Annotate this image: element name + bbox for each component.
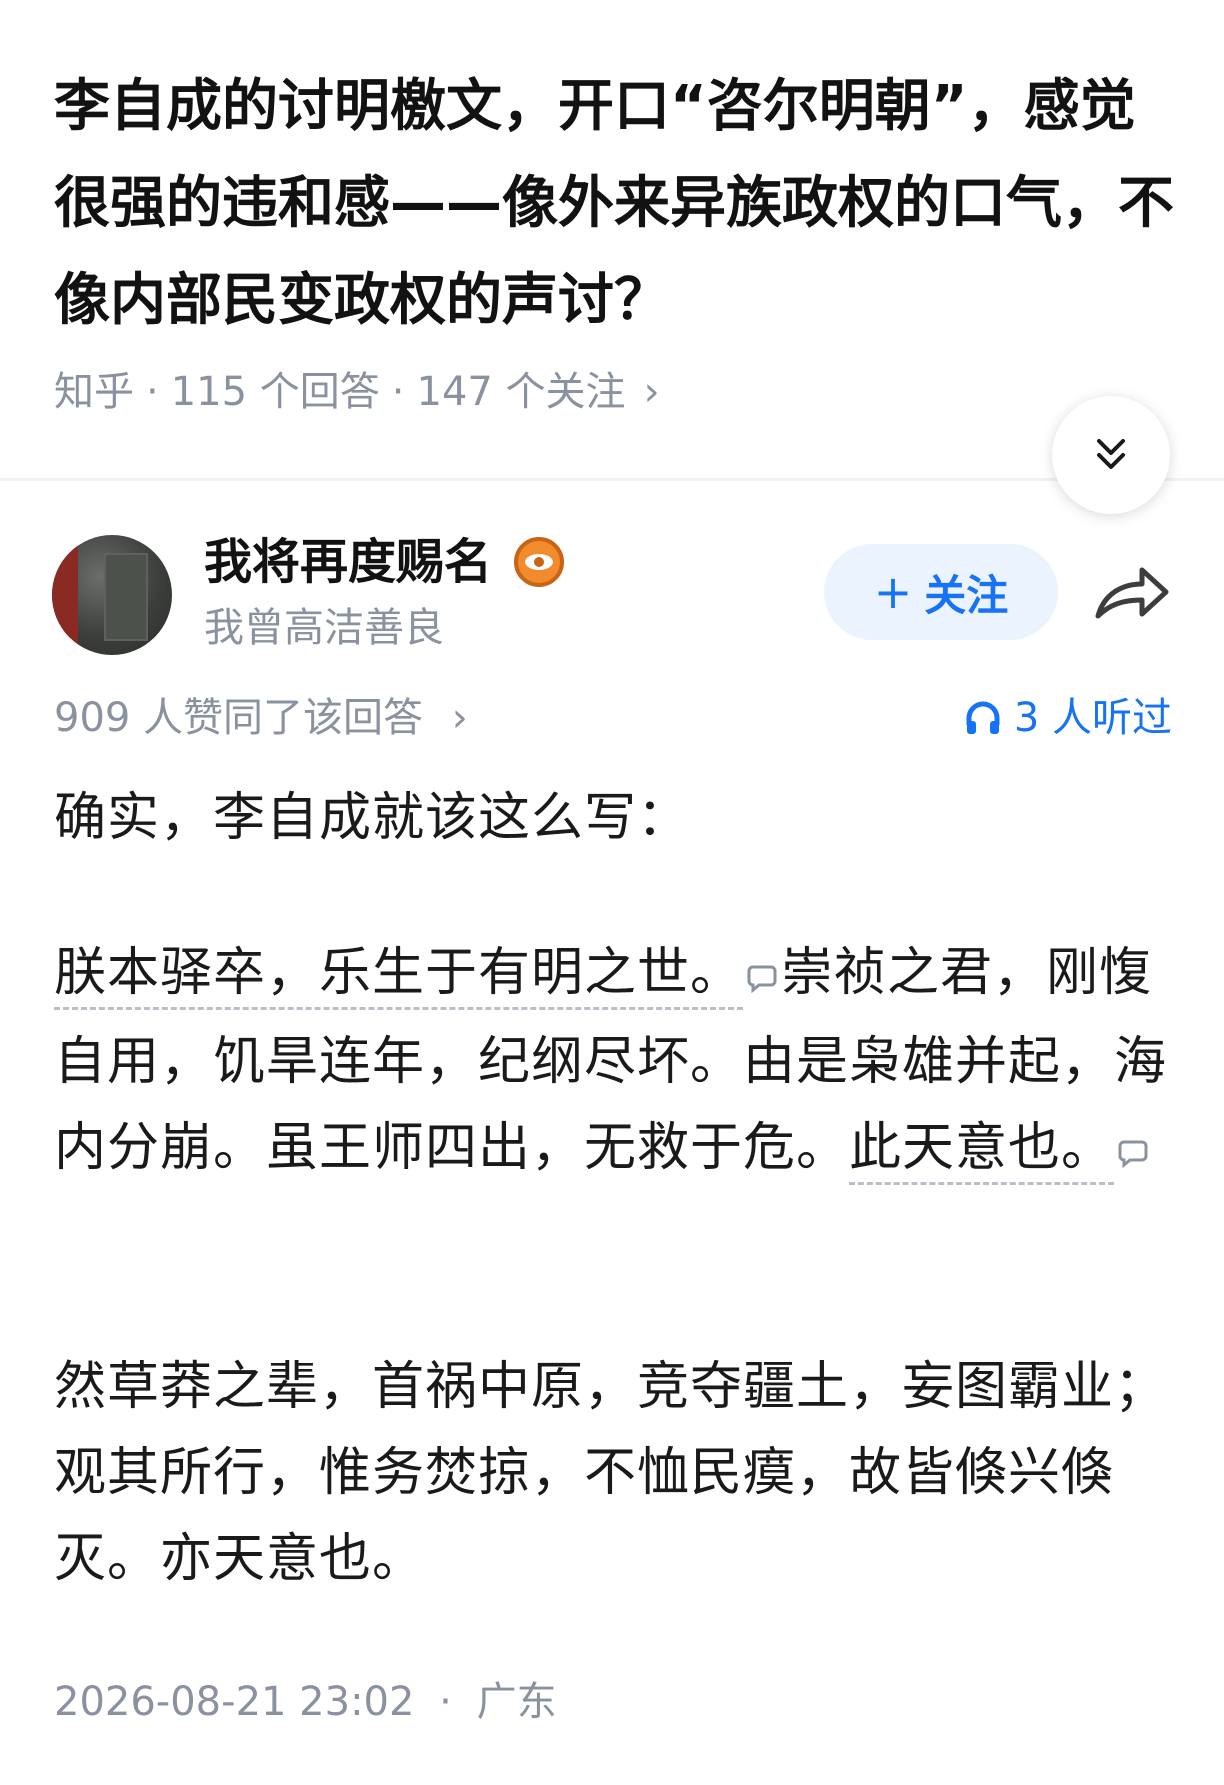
vote-count: 909 人赞同了该回答 [54,695,424,741]
question-meta[interactable]: 知乎 · 115 个回答 · 147 个关注 › [54,362,660,422]
plus-icon: + [873,565,913,619]
answer-paragraph: 确实，李自成就该这么写： [54,788,691,848]
avatar[interactable] [52,535,172,655]
answer-location: 广东 [476,1679,557,1725]
comment-bubble-icon[interactable] [747,933,777,1019]
follower-count: 147 个关注 [416,369,626,415]
answer-count: 115 个回答 [170,369,380,415]
listened-link[interactable]: 3 人听过 [964,690,1172,746]
author-name[interactable]: 我将再度赐名 [204,532,492,592]
share-arrow-icon [1095,567,1169,619]
chevron-right-icon: › [451,695,468,741]
follow-button[interactable]: + 关注 [824,544,1058,640]
vote-summary[interactable]: 909 人赞同了该回答 › [54,690,468,746]
expand-button[interactable] [1052,396,1170,514]
chevron-right-icon: › [643,369,660,415]
comment-bubble-icon[interactable] [1118,1108,1148,1194]
section-divider [0,478,1224,481]
annotated-text[interactable]: 朕本驿卒，乐生于有明之世。 [54,943,744,1010]
eye-badge-icon [514,537,565,587]
answer-paragraph: 朕本驿卒，乐生于有明之世。 崇祯之君，刚愎自用，饥旱连年，纪纲尽坏。由是枭雄并起，… [54,930,1174,1194]
meta-separator: · [391,369,405,415]
answer-paragraph: 然草莽之辈，首祸中原，竞夺疆土，妄图霸业；观其所行，惟务焚掠，不恤民瘼，故皆倏兴… [54,1357,1168,1589]
listened-count: 3 人听过 [1013,695,1172,741]
avatar-detail [52,535,78,655]
question-title[interactable]: 李自成的讨明檄文，开口“咨尔明朝”，感觉很强的违和感——像外来异族政权的口气，不… [54,58,1174,349]
avatar-detail [104,553,148,641]
source-label: 知乎 [54,369,134,415]
headphones-icon [966,701,1000,734]
annotated-text[interactable]: 此天意也。 [849,1118,1115,1185]
double-chevron-down-icon [1097,439,1125,469]
meta-separator: · [146,369,159,415]
follow-label: 关注 [924,570,1009,620]
share-button[interactable] [1092,560,1172,624]
answer-datetime: 2026-08-21 23:02 [54,1679,415,1725]
author-bio: 我曾高洁善良 [204,605,444,651]
answer-footer: 2026-08-21 23:02 · 广东 [54,1670,557,1734]
meta-separator: · [439,1679,452,1725]
author-name-row[interactable]: 我将再度赐名 [204,532,565,592]
